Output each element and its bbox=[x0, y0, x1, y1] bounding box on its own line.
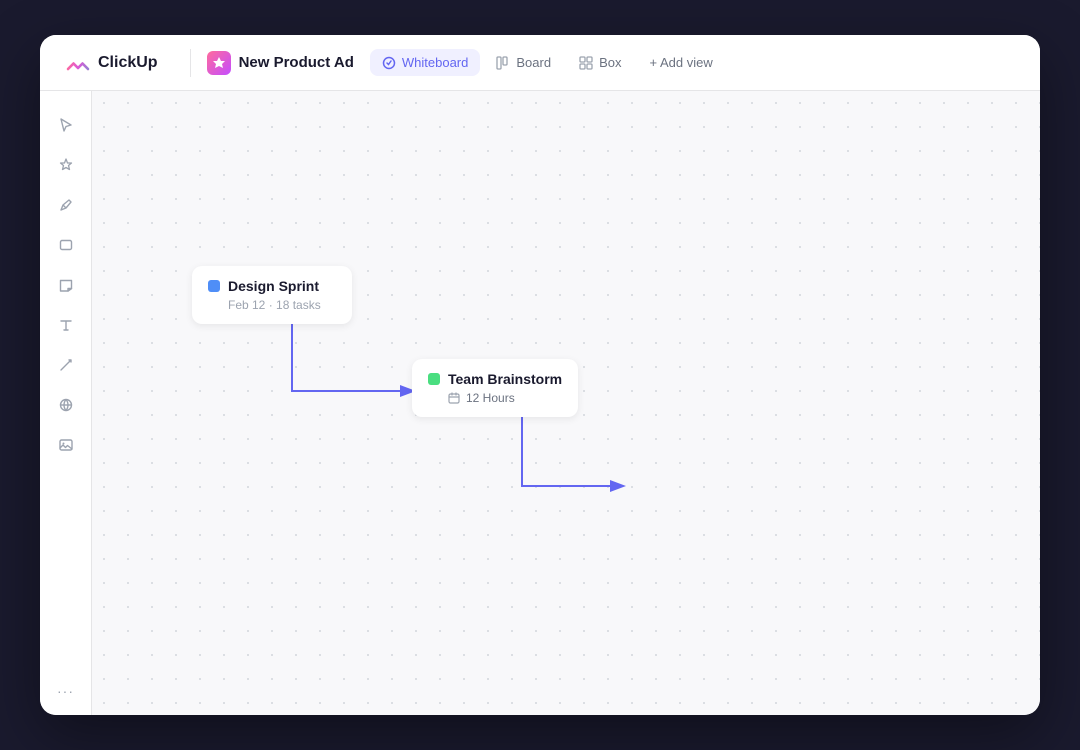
card-title: Design Sprint bbox=[228, 278, 319, 294]
logo[interactable]: ClickUp bbox=[64, 49, 158, 77]
nav-tabs: Whiteboard Board Box bbox=[370, 49, 725, 76]
card-header: Design Sprint bbox=[208, 278, 336, 294]
whiteboard-icon bbox=[382, 56, 396, 70]
header-divider bbox=[190, 49, 191, 77]
card-status-dot bbox=[208, 280, 220, 292]
tab-whiteboard[interactable]: Whiteboard bbox=[370, 49, 480, 76]
project-name: New Product Ad bbox=[239, 54, 354, 71]
sidebar: ··· bbox=[40, 91, 92, 715]
whiteboard-canvas[interactable]: Design Sprint Feb 12 · 18 tasks Team Bra… bbox=[92, 91, 1040, 715]
card-title: Team Brainstorm bbox=[448, 371, 562, 387]
design-sprint-card[interactable]: Design Sprint Feb 12 · 18 tasks bbox=[192, 266, 352, 324]
connector-tool[interactable] bbox=[48, 347, 84, 383]
card-status-dot bbox=[428, 373, 440, 385]
more-tools-button[interactable]: ··· bbox=[57, 683, 74, 699]
card-detail: 12 Hours bbox=[448, 391, 562, 405]
globe-tool[interactable] bbox=[48, 387, 84, 423]
logo-text: ClickUp bbox=[98, 54, 158, 72]
main-content: ··· bbox=[40, 91, 1040, 715]
box-icon bbox=[579, 56, 593, 70]
note-tool[interactable] bbox=[48, 267, 84, 303]
rectangle-tool[interactable] bbox=[48, 227, 84, 263]
magic-tool[interactable] bbox=[48, 147, 84, 183]
tab-box[interactable]: Box bbox=[567, 49, 633, 76]
app-window: ClickUp New Product Ad Whiteboard bbox=[40, 35, 1040, 715]
add-view-button[interactable]: + Add view bbox=[637, 49, 724, 76]
project-icon bbox=[207, 51, 231, 75]
image-tool[interactable] bbox=[48, 427, 84, 463]
card-meta: Feb 12 · 18 tasks bbox=[228, 298, 336, 312]
tab-board[interactable]: Board bbox=[484, 49, 563, 76]
clock-icon bbox=[448, 392, 460, 404]
board-icon bbox=[496, 56, 510, 70]
cursor-tool[interactable] bbox=[48, 107, 84, 143]
text-tool[interactable] bbox=[48, 307, 84, 343]
card-header: Team Brainstorm bbox=[428, 371, 562, 387]
pen-tool[interactable] bbox=[48, 187, 84, 223]
team-brainstorm-card[interactable]: Team Brainstorm 12 Hours bbox=[412, 359, 578, 417]
header: ClickUp New Product Ad Whiteboard bbox=[40, 35, 1040, 91]
